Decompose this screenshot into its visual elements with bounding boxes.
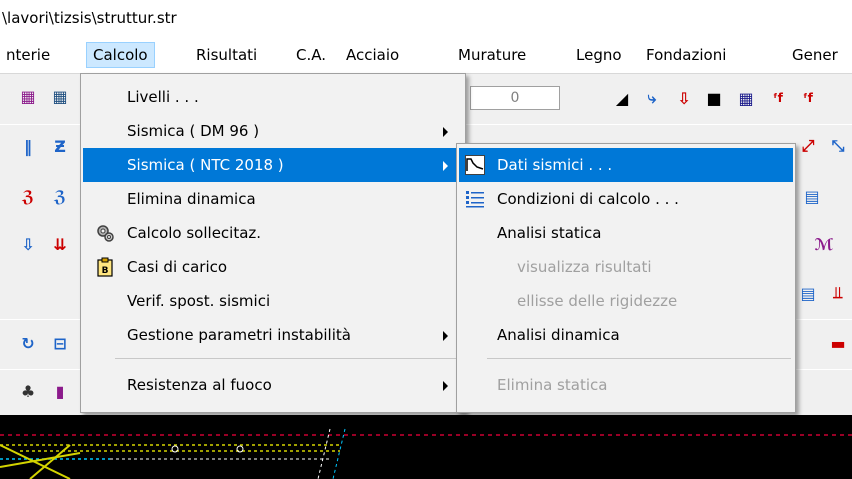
submenu-arrow-icon: [443, 381, 448, 391]
load-icon[interactable]: ℨ: [16, 184, 40, 208]
menu-item-label: Gestione parametri instabilità: [127, 326, 351, 344]
resize-icon[interactable]: ⤢: [796, 134, 820, 158]
menu-item-label: Dati sismici . . .: [497, 156, 613, 174]
menu-item-elimina-dinamica[interactable]: Elimina dinamica: [83, 182, 463, 216]
menu-item-label: Analisi dinamica: [497, 326, 620, 344]
menu-item-calcolo-sollecitaz[interactable]: Calcolo sollecitaz.: [83, 216, 463, 250]
menu-bar: nterie Calcolo Risultati C.A. Acciaio Mu…: [0, 34, 852, 74]
menu-ca[interactable]: C.A.: [290, 42, 332, 68]
menu-item-visualizza-risultati: visualizza risultati: [459, 250, 793, 284]
svg-text:B: B: [102, 266, 109, 276]
menu-acciaio[interactable]: Acciaio: [340, 42, 405, 68]
menu-item-analisi-dinamica[interactable]: Analisi dinamica: [459, 318, 793, 352]
menu-item-casi-di-carico[interactable]: B Casi di carico: [83, 250, 463, 284]
menu-item-sismica-dm96[interactable]: Sismica ( DM 96 ): [83, 114, 463, 148]
menu-item-analisi-statica[interactable]: Analisi statica: [459, 216, 793, 250]
columns-icon[interactable]: ‖: [16, 134, 40, 158]
panel-icon[interactable]: ▤: [796, 281, 820, 305]
menu-calcolo[interactable]: Calcolo: [86, 42, 155, 68]
down-arrow-icon[interactable]: ⇩: [16, 232, 40, 256]
menu-item-label: visualizza risultati: [517, 258, 652, 276]
menu-item-label: Livelli . . .: [127, 88, 199, 106]
list-icon: [466, 191, 484, 208]
menu-item-label: Condizioni di calcolo . . .: [497, 190, 679, 208]
menu-item-label: Resistenza al fuoco: [127, 376, 272, 394]
span-icon[interactable]: ⊟: [48, 331, 72, 355]
rotate-icon[interactable]: ↻: [16, 331, 40, 355]
menu-item-gestione-parametri[interactable]: Gestione parametri instabilità: [83, 318, 463, 352]
menu-generale[interactable]: Gener: [786, 42, 844, 68]
menu-item-label: Elimina statica: [497, 376, 608, 394]
menu-separator: [115, 358, 461, 359]
down-arrow-icon[interactable]: ⇩: [672, 86, 696, 110]
menu-risultati[interactable]: Risultati: [190, 42, 263, 68]
foundation-icon[interactable]: ⫫: [826, 281, 850, 305]
clipboard-icon: B: [97, 257, 113, 277]
move-icon[interactable]: ⤷: [640, 86, 664, 110]
grid-icon[interactable]: ▦: [16, 84, 40, 108]
ntc2018-submenu: Dati sismici . . . Condizioni di calcolo…: [456, 143, 796, 413]
menu-legno[interactable]: Legno: [570, 42, 628, 68]
menu-item-label: Analisi statica: [497, 224, 602, 242]
menu-materie[interactable]: nterie: [0, 42, 56, 68]
submenu-arrow-icon: [443, 331, 448, 341]
menu-item-livelli[interactable]: Livelli . . .: [83, 80, 463, 114]
menu-item-label: Casi di carico: [127, 258, 228, 276]
menu-murature[interactable]: Murature: [452, 42, 532, 68]
menu-item-label: Sismica ( DM 96 ): [127, 122, 260, 140]
force-icon[interactable]: ⇊: [48, 232, 72, 256]
structure-drawing: [0, 428, 852, 479]
level-field[interactable]: 0: [470, 86, 560, 110]
menu-item-dati-sismici[interactable]: Dati sismici . . .: [459, 148, 793, 182]
fit-icon[interactable]: ⤡: [826, 134, 850, 158]
spectrum-icon: [465, 155, 485, 175]
menu-item-condizioni-calcolo[interactable]: Condizioni di calcolo . . .: [459, 182, 793, 216]
submenu-arrow-icon: [443, 127, 448, 137]
menu-item-label: Verif. spost. sismici: [127, 292, 271, 310]
menu-item-label: Sismica ( NTC 2018 ): [127, 156, 284, 174]
menu-item-verif-spost-sismici[interactable]: Verif. spost. sismici: [83, 284, 463, 318]
panel-icon[interactable]: ▤: [800, 184, 824, 208]
beam-icon[interactable]: Ƶ: [48, 134, 72, 158]
load-icon[interactable]: ℨ: [48, 184, 72, 208]
submenu-arrow-icon: [443, 161, 448, 171]
window-title: \lavori\tizsis\struttur.str: [0, 0, 852, 34]
menu-fondazioni[interactable]: Fondazioni: [640, 42, 732, 68]
structure-icon[interactable]: ♣: [16, 379, 40, 403]
calcolo-menu: Livelli . . . Sismica ( DM 96 ) Sismica …: [80, 73, 466, 413]
menu-item-label: Elimina dinamica: [127, 190, 256, 208]
triangle-icon[interactable]: ◢: [610, 86, 634, 110]
function-icon[interactable]: ᶠf: [766, 86, 790, 110]
wall-icon[interactable]: ▮: [48, 379, 72, 403]
support-icon[interactable]: ℳ: [812, 232, 836, 256]
menu-item-label: Calcolo sollecitaz.: [127, 224, 262, 242]
menu-item-elimina-statica: Elimina statica: [459, 368, 793, 402]
drawing-canvas[interactable]: [0, 415, 852, 479]
menu-item-ellisse-rigidezze: ellisse delle rigidezze: [459, 284, 793, 318]
table-icon[interactable]: ▦: [734, 86, 758, 110]
function-icon[interactable]: ᶠf: [796, 86, 820, 110]
menu-separator: [487, 358, 791, 359]
gears-icon: [97, 225, 114, 242]
menu-item-label: ellisse delle rigidezze: [517, 292, 678, 310]
color-block-icon[interactable]: ■: [702, 86, 726, 110]
element-icon[interactable]: ▬: [826, 331, 850, 355]
grid-icon[interactable]: ▦: [48, 84, 72, 108]
menu-item-sismica-ntc2018[interactable]: Sismica ( NTC 2018 ): [83, 148, 463, 182]
menu-item-resistenza-fuoco[interactable]: Resistenza al fuoco: [83, 368, 463, 402]
